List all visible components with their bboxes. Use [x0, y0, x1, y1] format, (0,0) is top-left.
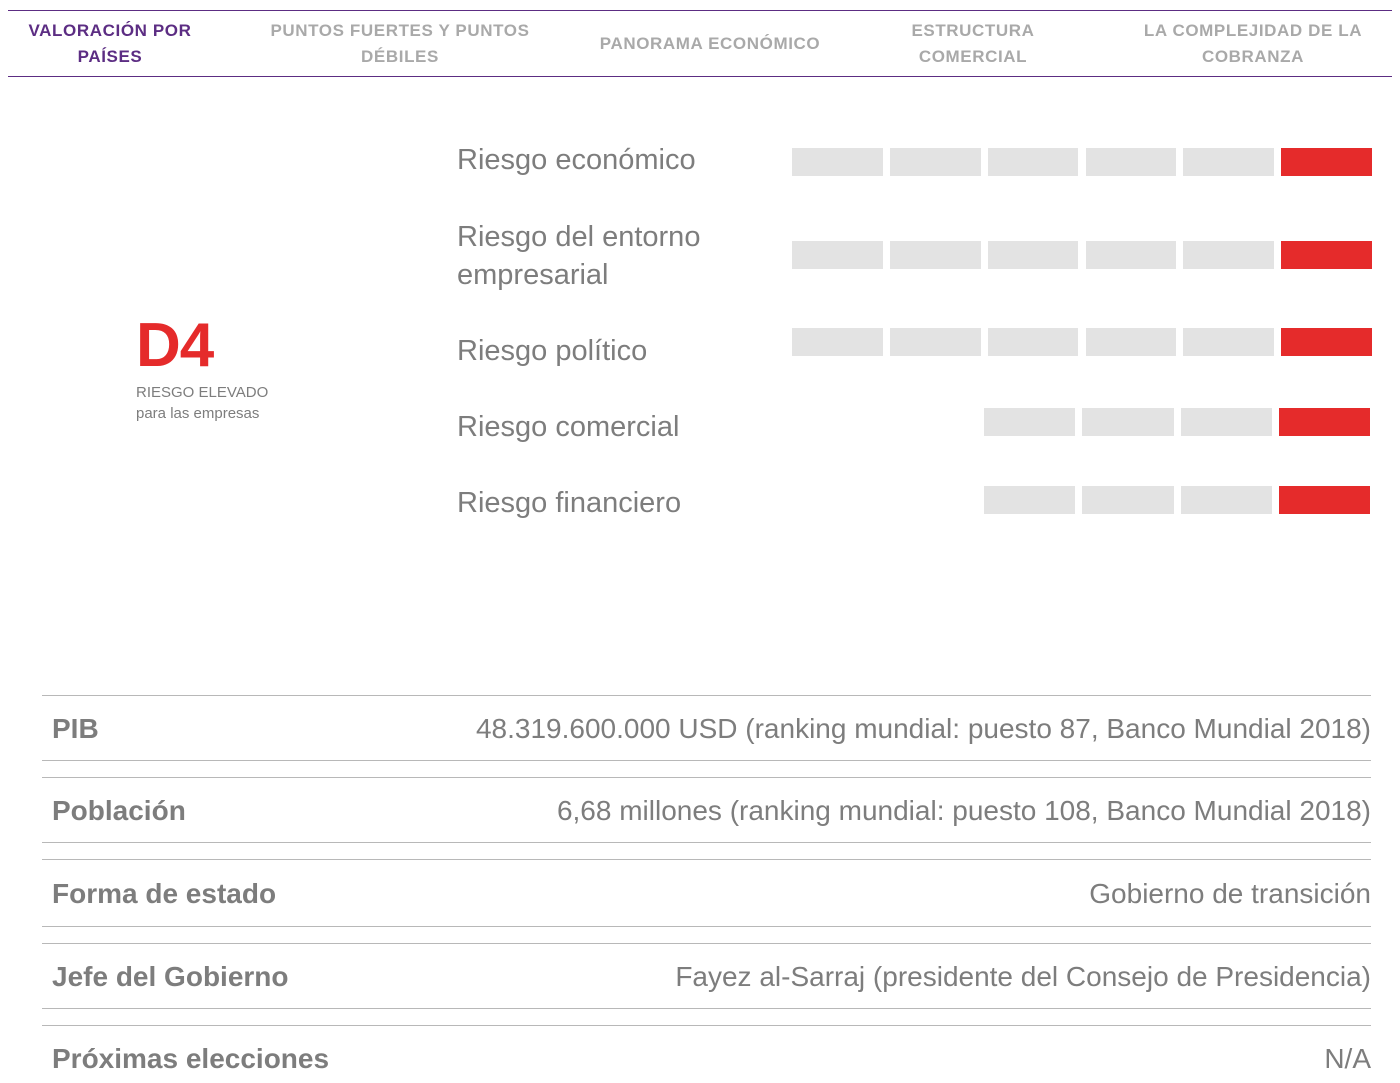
fact-row-forma-estado: Forma de estado Gobierno de transición: [42, 861, 1371, 927]
risk-row-financiero: Riesgo financiero: [457, 484, 1377, 522]
risk-segment: [984, 486, 1076, 514]
risk-row-politico: Riesgo político: [457, 328, 1377, 370]
risk-segment-active: [1281, 328, 1372, 356]
risk-segment: [792, 241, 883, 269]
risk-segment-active: [1278, 408, 1370, 436]
tab-label-line: DÉBILES: [361, 46, 439, 66]
tab-label-line: VALORACIÓN POR: [28, 20, 192, 40]
fact-value: 6,68 millones (ranking mundial: puesto 1…: [556, 795, 1371, 826]
rating-title: RIESGO ELEVADO: [136, 384, 269, 401]
risk-segment: [1183, 241, 1275, 269]
fact-label: Población: [52, 795, 186, 826]
fact-label: PIB: [52, 713, 99, 744]
tab-complejidad-cobranza[interactable]: LA COMPLEJIDAD DE LA COBRANZA: [1114, 18, 1392, 70]
tab-valoracion-por-paises[interactable]: VALORACIÓN POR PAÍSES: [8, 18, 212, 70]
tab-label-line: COBRANZA: [1201, 46, 1305, 66]
divider: [42, 760, 1371, 761]
tab-label-line: PANORAMA ECONÓMICO: [599, 33, 821, 53]
risk-scale: [792, 148, 1372, 176]
country-rating: D4 RIESGO ELEVADO para las empresas: [136, 314, 268, 424]
risk-row-economico: Riesgo económico: [457, 141, 1377, 179]
risk-segment: [987, 148, 1079, 176]
risk-segment: [889, 148, 981, 176]
divider: [42, 859, 1371, 860]
tab-label-line: ESTRUCTURA: [911, 20, 1035, 40]
risk-row-comercial: Riesgo comercial: [457, 408, 1377, 446]
risk-segment: [1183, 328, 1275, 356]
divider: [42, 926, 1371, 927]
divider: [42, 1008, 1371, 1009]
risk-segment: [1082, 408, 1174, 436]
fact-row-proximas-elecciones: Próximas elecciones N/A: [42, 1026, 1371, 1083]
risk-segment: [984, 408, 1076, 436]
risk-segment: [1180, 486, 1272, 514]
fact-label: Forma de estado: [52, 878, 277, 909]
risk-segment: [889, 328, 981, 356]
risk-segment: [1082, 486, 1174, 514]
fact-row-jefe-gobierno: Jefe del Gobierno Fayez al-Sarraj (presi…: [42, 944, 1371, 1010]
tab-label-line: COMERCIAL: [918, 46, 1028, 66]
fact-value: Gobierno de transición: [1089, 878, 1371, 909]
risk-segment: [987, 328, 1079, 356]
fact-row-pib: PIB 48.319.600.000 USD (ranking mundial:…: [42, 696, 1371, 762]
risk-scale: [792, 328, 1372, 356]
rating-subtitle: para las empresas: [136, 405, 260, 422]
risk-scale: [984, 408, 1370, 436]
risk-segment: [1183, 148, 1275, 176]
tab-label-line: PUNTOS FUERTES Y PUNTOS: [270, 20, 530, 40]
fact-value: Fayez al-Sarraj (presidente del Consejo …: [675, 961, 1371, 992]
country-tabs: VALORACIÓN POR PAÍSES PUNTOS FUERTES Y P…: [8, 10, 1392, 77]
rating-grade: D4: [136, 311, 214, 380]
fact-value: N/A: [1324, 1043, 1371, 1074]
fact-row-poblacion: Población 6,68 millones (ranking mundial…: [42, 778, 1371, 844]
risk-segment: [1085, 148, 1177, 176]
risk-segment: [1180, 408, 1272, 436]
tab-puntos-fuertes[interactable]: PUNTOS FUERTES Y PUNTOS DÉBILES: [212, 18, 588, 70]
fact-label: Próximas elecciones: [52, 1043, 330, 1074]
risk-row-entorno-empresarial: Riesgo del entorno empresarial: [457, 218, 1377, 294]
fact-label: Jefe del Gobierno: [52, 961, 289, 992]
risk-segment-active: [1278, 486, 1370, 514]
risk-segment: [889, 241, 981, 269]
risk-scale: [792, 241, 1372, 269]
risk-scale: [984, 486, 1370, 514]
fact-value: 48.319.600.000 USD (ranking mundial: pue…: [475, 713, 1371, 744]
risk-segment: [1085, 328, 1177, 356]
risk-segment: [1085, 241, 1177, 269]
risk-segment: [792, 328, 883, 356]
risk-segment-active: [1281, 241, 1372, 269]
risk-segment: [792, 148, 883, 176]
risk-segment: [987, 241, 1079, 269]
tab-estructura-comercial[interactable]: ESTRUCTURA COMERCIAL: [832, 18, 1114, 70]
divider: [42, 842, 1371, 843]
tab-label-line: LA COMPLEJIDAD DE LA: [1143, 20, 1363, 40]
risk-segment-active: [1281, 148, 1372, 176]
tab-label-line: PAÍSES: [77, 46, 143, 66]
tab-panorama-economico[interactable]: PANORAMA ECONÓMICO: [588, 31, 832, 57]
